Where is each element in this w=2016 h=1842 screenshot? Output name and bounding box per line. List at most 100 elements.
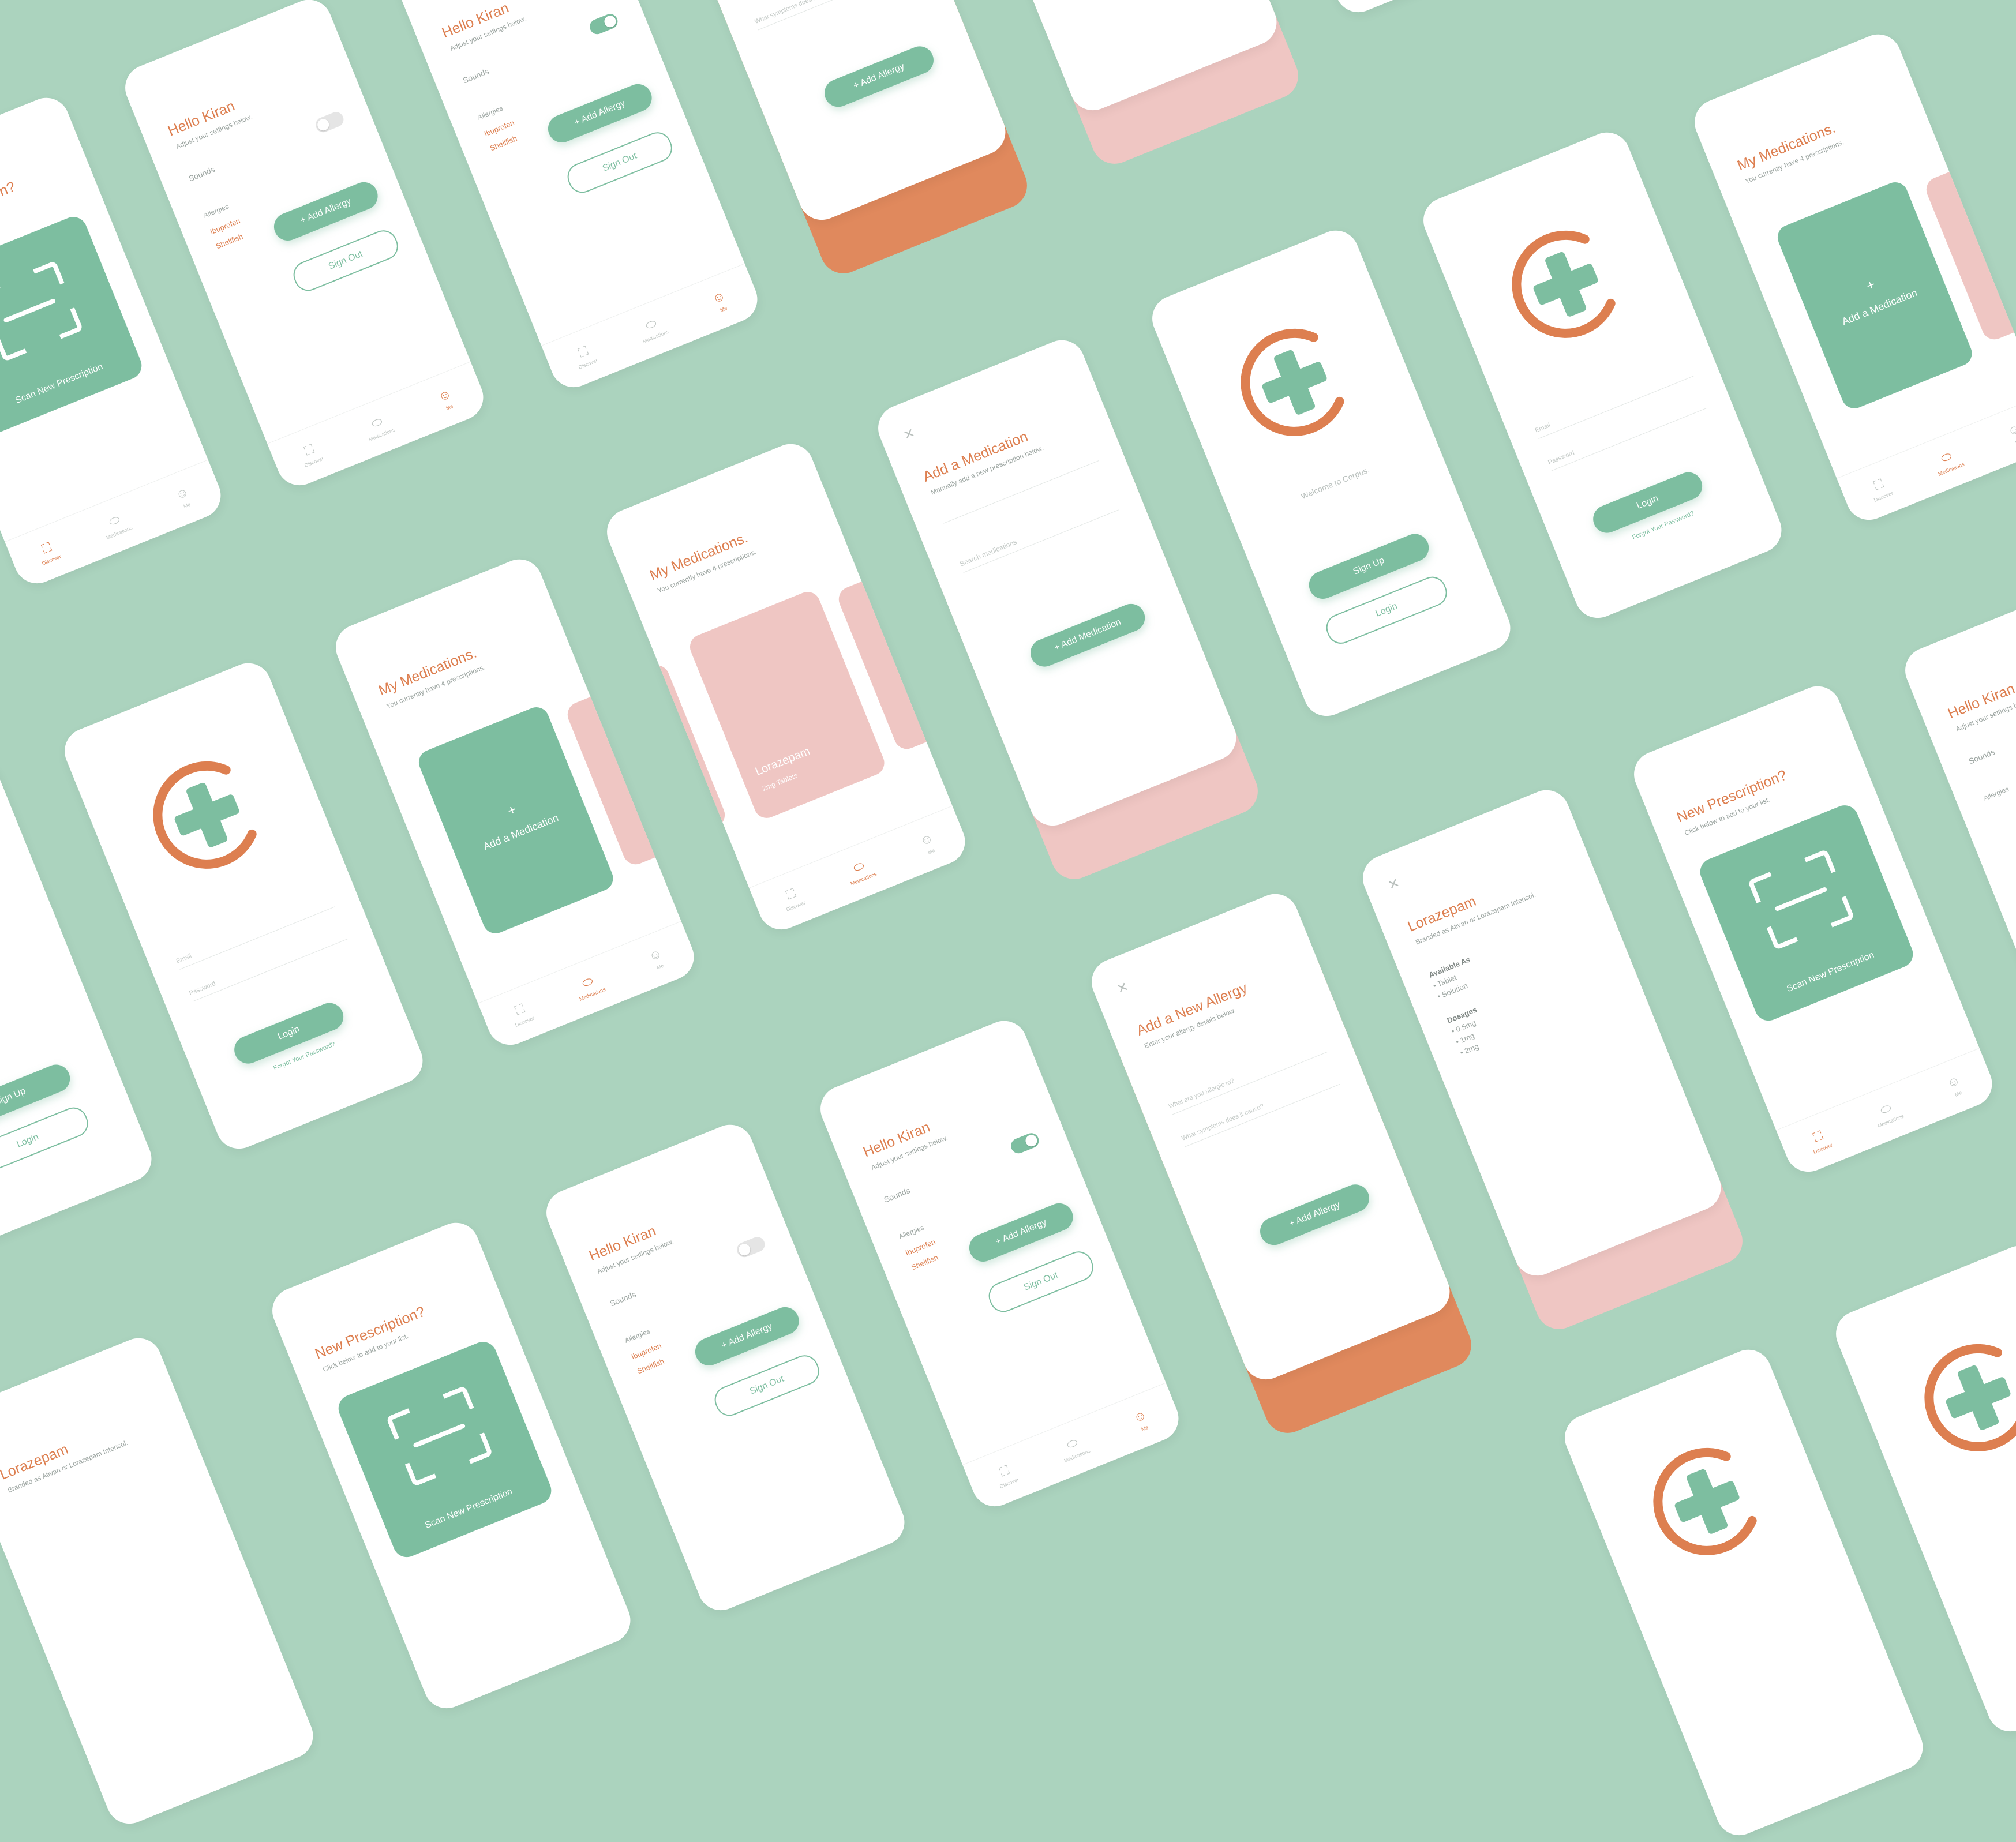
nav-discover[interactable]: ⛶Discover xyxy=(976,1454,1037,1496)
add-allergy-button[interactable]: + Add Allergy xyxy=(544,80,656,147)
email-field[interactable]: Email xyxy=(1534,422,1552,434)
close-icon[interactable]: × xyxy=(1114,977,1131,999)
nav-label: Medications xyxy=(1937,461,1965,477)
allergy-item[interactable]: Shellfish xyxy=(489,134,518,152)
login-button[interactable]: Login xyxy=(1588,468,1707,537)
bottom-nav: ⛶Discover ⬭Medications ☺Me xyxy=(749,805,972,937)
input-underline xyxy=(192,938,348,1002)
nav-label: Me xyxy=(927,847,936,856)
close-icon[interactable]: × xyxy=(1385,873,1402,895)
nav-discover[interactable]: ⛶Discover xyxy=(1789,1120,1851,1162)
password-field[interactable]: Password xyxy=(1547,449,1575,466)
nav-medications[interactable]: ⬭ Medications xyxy=(348,406,410,448)
sounds-label: Sounds xyxy=(1967,747,1996,766)
scan-frame-icon xyxy=(0,260,84,362)
nav-label: Me xyxy=(719,305,728,313)
sounds-toggle[interactable] xyxy=(313,110,346,135)
nav-discover[interactable]: ⛶Discover xyxy=(554,335,616,377)
nav-medications[interactable]: ⬭ Medications xyxy=(1857,1093,1918,1135)
search-medications-input[interactable]: Search medications xyxy=(958,538,1018,568)
nav-me[interactable]: ☺ Me xyxy=(415,379,477,421)
add-allergy-button[interactable]: + Add Allergy xyxy=(1256,1180,1374,1250)
nav-me[interactable]: ☺ Me xyxy=(153,477,215,519)
scan-icon: ⛶ xyxy=(784,886,798,903)
pill-icon: ⬭ xyxy=(579,973,595,991)
nav-label: Medications xyxy=(849,871,878,887)
login-button[interactable]: Login xyxy=(230,999,348,1068)
sign-out-button[interactable]: Sign Out xyxy=(984,1247,1098,1316)
nav-discover[interactable]: ⛶Discover xyxy=(1850,468,1912,510)
nav-discover[interactable]: ⛶Discover xyxy=(280,433,342,475)
scan-prescription-button[interactable]: Scan New Prescription xyxy=(1696,801,1917,1025)
allergy-item[interactable]: Shellfish xyxy=(910,1253,939,1271)
nav-label: Discover xyxy=(303,455,325,468)
nav-medications[interactable]: ⬭ Medications xyxy=(622,308,684,350)
add-allergy-button[interactable]: + Add Allergy xyxy=(965,1199,1077,1266)
nav-label: Discover xyxy=(1812,1142,1834,1155)
bottom-nav: ⛶Discover ⬭Medications ☺Me xyxy=(1326,0,1549,20)
pill-icon: ⬭ xyxy=(643,316,659,333)
scan-prescription-button[interactable]: Scan New Prescription xyxy=(0,212,146,437)
nav-discover[interactable]: ⛶Discover xyxy=(491,993,553,1035)
scan-frame-icon xyxy=(385,1385,493,1487)
allergy-field-2[interactable]: What symptoms does it cause? xyxy=(754,0,838,25)
scan-frame-icon xyxy=(1747,849,1855,951)
nav-label: Discover xyxy=(1873,490,1894,503)
allergy-field-2[interactable]: What symptoms does it cause? xyxy=(1181,1102,1265,1142)
input-underline xyxy=(963,509,1119,573)
input-underline xyxy=(943,460,1099,524)
nav-me[interactable]: ☺ Me xyxy=(897,823,959,865)
sounds-label: Sounds xyxy=(882,1186,912,1205)
nav-medications[interactable]: ⬭ Medications xyxy=(559,966,620,1008)
login-button[interactable]: Login xyxy=(0,1103,92,1179)
scan-icon: ⛶ xyxy=(1872,476,1886,493)
nav-me[interactable]: ☺ Me xyxy=(690,281,751,323)
nav-discover[interactable]: ⛶Discover xyxy=(18,531,80,573)
allergy-item[interactable]: Shellfish xyxy=(215,232,244,250)
add-allergy-button[interactable]: + Add Allergy xyxy=(820,42,938,111)
allergy-item[interactable]: Shellfish xyxy=(636,1357,665,1375)
nav-me[interactable]: ☺ Me xyxy=(626,939,688,981)
nav-me[interactable]: ☺ Me xyxy=(1985,414,2016,456)
sign-out-button[interactable]: Sign Out xyxy=(563,128,677,197)
scan-icon: ⛶ xyxy=(40,539,54,557)
nav-me[interactable]: ☺ Me xyxy=(1111,1400,1172,1442)
close-icon[interactable]: × xyxy=(901,423,917,445)
add-allergy-button[interactable]: + Add Allergy xyxy=(269,178,382,245)
scan-prescription-button[interactable]: Scan New Prescription xyxy=(334,1337,556,1562)
nav-label: Me xyxy=(1954,1089,1963,1098)
allergy-field-1[interactable]: What are you allergic to? xyxy=(1168,1078,1235,1111)
allergies-label: Allergies xyxy=(897,1223,925,1241)
bottom-nav: ⛶Discover ⬭Medications ☺Me xyxy=(267,361,490,493)
sounds-toggle[interactable] xyxy=(735,1235,767,1260)
sign-out-button[interactable]: Sign Out xyxy=(710,1351,824,1420)
sign-out-button[interactable]: Sign Out xyxy=(289,226,403,295)
smiley-icon: ☺ xyxy=(173,484,191,502)
corpus-logo-icon xyxy=(1241,328,1344,436)
bottom-nav: ⛶Discover ⬭Medications ☺Me xyxy=(1837,396,2016,527)
nav-medications[interactable]: ⬭ Medications xyxy=(830,850,891,892)
add-medication-button[interactable]: + Add Medication xyxy=(1026,599,1149,671)
nav-medications[interactable]: ⬭ Medications xyxy=(1043,1427,1105,1469)
scan-icon: ⛶ xyxy=(513,1001,527,1018)
password-field[interactable]: Password xyxy=(188,980,216,997)
nav-discover[interactable]: ⛶Discover xyxy=(762,877,824,920)
add-allergy-button[interactable]: + Add Allergy xyxy=(691,1303,803,1370)
smiley-icon: ☺ xyxy=(917,830,935,849)
input-underline xyxy=(1538,376,1694,439)
nav-label: Medications xyxy=(1876,1113,1905,1129)
sounds-toggle[interactable] xyxy=(587,12,620,37)
nav-label: Me xyxy=(1140,1424,1149,1432)
nav-medications[interactable]: ⬭ Medications xyxy=(85,504,147,546)
nav-label: Discover xyxy=(999,1476,1020,1490)
sounds-toggle[interactable] xyxy=(1009,1131,1041,1156)
input-underline xyxy=(1551,407,1707,471)
nav-discover[interactable]: ⛶Discover xyxy=(1339,0,1401,2)
smiley-icon: ☺ xyxy=(2005,421,2016,439)
scan-icon: ⛶ xyxy=(998,1462,1011,1480)
nav-me[interactable]: ☺ Me xyxy=(1924,1066,1986,1108)
nav-medications[interactable]: ⬭ Medications xyxy=(1917,441,1979,483)
email-field[interactable]: Email xyxy=(175,952,193,965)
pill-icon: ⬭ xyxy=(1938,448,1954,466)
input-underline xyxy=(1172,1052,1328,1115)
